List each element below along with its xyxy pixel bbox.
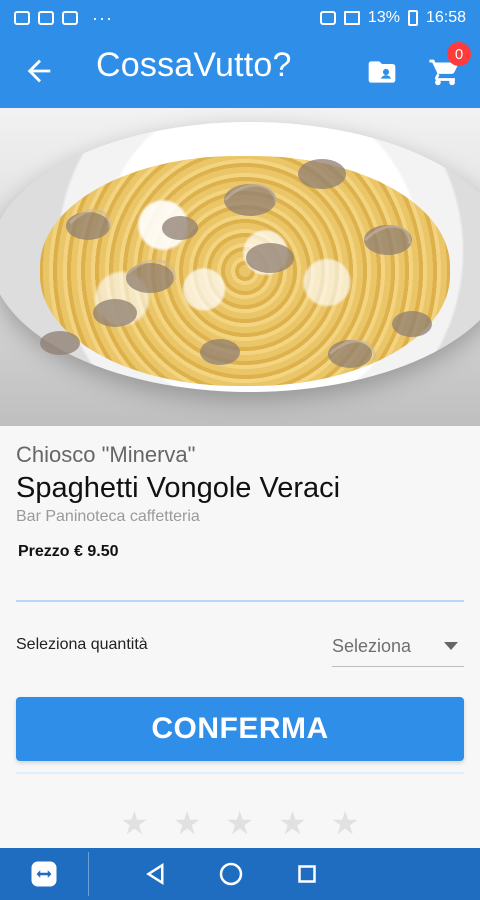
star-icon[interactable]: ★ — [225, 807, 254, 839]
battery-icon — [407, 10, 418, 26]
vendor-name: Chiosco "Minerva" — [16, 442, 196, 467]
app-title: CossaVutto? — [96, 46, 292, 84]
home-circle-icon[interactable] — [216, 859, 246, 889]
cart-count-badge: 0 — [447, 42, 471, 66]
dish-name: Spaghetti Vongole Veraci — [16, 472, 341, 504]
star-icon[interactable]: ★ — [331, 807, 360, 839]
divider-bottom — [16, 772, 464, 774]
divider — [16, 600, 464, 602]
system-nav-bar — [0, 848, 480, 900]
vendor-category: Bar Paninoteca caffetteria — [16, 508, 200, 525]
app-bar: CossaVutto? 0 — [0, 36, 480, 108]
star-icon[interactable]: ★ — [278, 807, 307, 839]
nav-separator — [88, 852, 89, 896]
product-details: Chiosco "Minerva" Spaghetti Vongole Vera… — [0, 426, 480, 848]
star-icon[interactable]: ★ — [120, 807, 149, 839]
confirm-button[interactable]: CONFERMA — [16, 697, 464, 761]
chevron-down-icon — [444, 642, 458, 650]
folder-user-icon[interactable] — [366, 56, 398, 88]
cast-icon — [319, 11, 336, 25]
dish-image — [0, 108, 480, 426]
rating-stars[interactable]: ★ ★ ★ ★ ★ — [120, 807, 360, 839]
back-triangle-icon[interactable] — [141, 859, 171, 889]
mail-icon — [62, 11, 78, 25]
quantity-select-value: Seleziona — [332, 635, 412, 656]
price: Prezzo € 9.50 — [18, 543, 119, 560]
status-left: ··· — [14, 8, 113, 29]
quantity-select[interactable]: Seleziona — [332, 626, 464, 667]
image-icon — [38, 11, 54, 25]
teamviewer-icon[interactable] — [29, 859, 59, 889]
nav-left — [0, 848, 88, 900]
status-bar: ··· 13% 16:58 — [0, 0, 480, 36]
arrow-left-icon[interactable] — [22, 54, 56, 88]
overflow-dots: ··· — [92, 7, 113, 28]
recent-apps-square-icon[interactable] — [292, 859, 322, 889]
notification-icon — [14, 11, 30, 25]
status-right: 13% 16:58 — [319, 9, 466, 27]
battery-percent: 13% — [367, 9, 400, 26]
star-icon[interactable]: ★ — [173, 807, 202, 839]
quantity-label: Seleziona quantità — [16, 636, 148, 653]
signal-icon — [343, 11, 360, 25]
clock: 16:58 — [425, 9, 466, 26]
clams — [40, 159, 432, 368]
